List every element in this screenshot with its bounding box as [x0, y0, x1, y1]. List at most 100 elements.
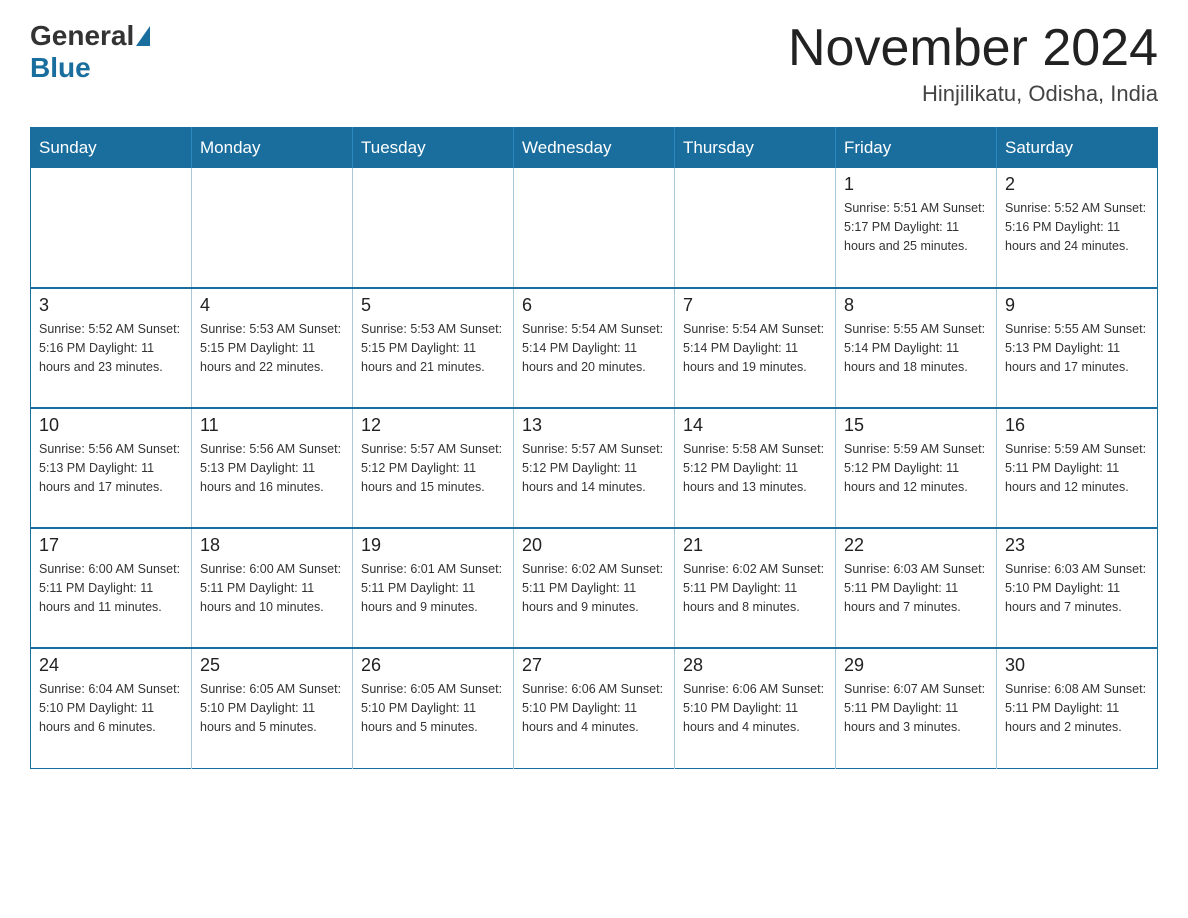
calendar-cell: [353, 168, 514, 288]
day-info: Sunrise: 5:57 AM Sunset: 5:12 PM Dayligh…: [361, 440, 505, 496]
day-info: Sunrise: 5:55 AM Sunset: 5:13 PM Dayligh…: [1005, 320, 1149, 376]
day-number: 6: [522, 295, 666, 316]
day-info: Sunrise: 5:59 AM Sunset: 5:11 PM Dayligh…: [1005, 440, 1149, 496]
calendar-cell: 6 Sunrise: 5:54 AM Sunset: 5:14 PM Daylig…: [514, 288, 675, 408]
calendar-cell: 8 Sunrise: 5:55 AM Sunset: 5:14 PM Daylig…: [836, 288, 997, 408]
location-text: Hinjilikatu, Odisha, India: [788, 81, 1158, 107]
day-info: Sunrise: 5:56 AM Sunset: 5:13 PM Dayligh…: [39, 440, 183, 496]
day-number: 27: [522, 655, 666, 676]
day-info: Sunrise: 5:58 AM Sunset: 5:12 PM Dayligh…: [683, 440, 827, 496]
calendar-cell: 15Sunrise: 5:59 AM Sunset: 5:12 PM Dayli…: [836, 408, 997, 528]
calendar-cell: 28 Sunrise: 6:06 AM Sunset: 5:10 PM Dayli…: [675, 648, 836, 768]
day-number: 1: [844, 174, 988, 195]
page-header: General Blue November 2024 Hinjilikatu, …: [30, 20, 1158, 107]
day-info: Sunrise: 6:06 AM Sunset: 5:10 PM Dayligh…: [683, 680, 827, 736]
day-number: 22: [844, 535, 988, 556]
day-info: Sunrise: 5:55 AM Sunset: 5:14 PM Dayligh…: [844, 320, 988, 376]
day-number: 12: [361, 415, 505, 436]
day-info: Sunrise: 5:53 AM Sunset: 5:15 PM Dayligh…: [200, 320, 344, 376]
day-number: 4: [200, 295, 344, 316]
day-info: Sunrise: 5:53 AM Sunset: 5:15 PM Dayligh…: [361, 320, 505, 376]
day-number: 18: [200, 535, 344, 556]
calendar-week-2: 3 Sunrise: 5:52 AM Sunset: 5:16 PM Daylig…: [31, 288, 1158, 408]
day-info: Sunrise: 6:04 AM Sunset: 5:10 PM Dayligh…: [39, 680, 183, 736]
calendar-cell: 22 Sunrise: 6:03 AM Sunset: 5:11 PM Dayli…: [836, 528, 997, 648]
day-number: 17: [39, 535, 183, 556]
day-number: 16: [1005, 415, 1149, 436]
day-info: Sunrise: 6:06 AM Sunset: 5:10 PM Dayligh…: [522, 680, 666, 736]
day-number: 28: [683, 655, 827, 676]
calendar-cell: 4 Sunrise: 5:53 AM Sunset: 5:15 PM Daylig…: [192, 288, 353, 408]
calendar-cell: [192, 168, 353, 288]
calendar-cell: 27 Sunrise: 6:06 AM Sunset: 5:10 PM Dayli…: [514, 648, 675, 768]
day-info: Sunrise: 6:03 AM Sunset: 5:10 PM Dayligh…: [1005, 560, 1149, 616]
logo-general-text: General: [30, 20, 134, 52]
day-number: 21: [683, 535, 827, 556]
calendar-cell: 12 Sunrise: 5:57 AM Sunset: 5:12 PM Dayli…: [353, 408, 514, 528]
calendar-week-1: 1 Sunrise: 5:51 AM Sunset: 5:17 PM Daylig…: [31, 168, 1158, 288]
day-info: Sunrise: 5:51 AM Sunset: 5:17 PM Dayligh…: [844, 199, 988, 255]
calendar-cell: 9 Sunrise: 5:55 AM Sunset: 5:13 PM Daylig…: [997, 288, 1158, 408]
day-number: 15: [844, 415, 988, 436]
day-number: 9: [1005, 295, 1149, 316]
calendar-cell: 30 Sunrise: 6:08 AM Sunset: 5:11 PM Dayli…: [997, 648, 1158, 768]
calendar-cell: 3 Sunrise: 5:52 AM Sunset: 5:16 PM Daylig…: [31, 288, 192, 408]
calendar-cell: [31, 168, 192, 288]
day-info: Sunrise: 5:54 AM Sunset: 5:14 PM Dayligh…: [522, 320, 666, 376]
calendar-cell: [514, 168, 675, 288]
calendar-cell: 7 Sunrise: 5:54 AM Sunset: 5:14 PM Daylig…: [675, 288, 836, 408]
day-number: 30: [1005, 655, 1149, 676]
weekday-header-sunday: Sunday: [31, 128, 192, 169]
day-info: Sunrise: 6:03 AM Sunset: 5:11 PM Dayligh…: [844, 560, 988, 616]
day-info: Sunrise: 6:02 AM Sunset: 5:11 PM Dayligh…: [522, 560, 666, 616]
weekday-header-wednesday: Wednesday: [514, 128, 675, 169]
calendar-table: SundayMondayTuesdayWednesdayThursdayFrid…: [30, 127, 1158, 769]
calendar-cell: 16 Sunrise: 5:59 AM Sunset: 5:11 PM Dayli…: [997, 408, 1158, 528]
day-number: 29: [844, 655, 988, 676]
day-number: 19: [361, 535, 505, 556]
calendar-cell: 24 Sunrise: 6:04 AM Sunset: 5:10 PM Dayli…: [31, 648, 192, 768]
calendar-cell: 10 Sunrise: 5:56 AM Sunset: 5:13 PM Dayli…: [31, 408, 192, 528]
weekday-header-friday: Friday: [836, 128, 997, 169]
day-number: 3: [39, 295, 183, 316]
day-number: 7: [683, 295, 827, 316]
day-info: Sunrise: 6:08 AM Sunset: 5:11 PM Dayligh…: [1005, 680, 1149, 736]
calendar-header-row: SundayMondayTuesdayWednesdayThursdayFrid…: [31, 128, 1158, 169]
day-info: Sunrise: 6:00 AM Sunset: 5:11 PM Dayligh…: [39, 560, 183, 616]
day-number: 14: [683, 415, 827, 436]
calendar-cell: 14 Sunrise: 5:58 AM Sunset: 5:12 PM Dayli…: [675, 408, 836, 528]
calendar-cell: 25 Sunrise: 6:05 AM Sunset: 5:10 PM Dayli…: [192, 648, 353, 768]
day-number: 5: [361, 295, 505, 316]
day-info: Sunrise: 5:57 AM Sunset: 5:12 PM Dayligh…: [522, 440, 666, 496]
calendar-cell: 23 Sunrise: 6:03 AM Sunset: 5:10 PM Dayli…: [997, 528, 1158, 648]
day-number: 24: [39, 655, 183, 676]
day-info: Sunrise: 5:52 AM Sunset: 5:16 PM Dayligh…: [39, 320, 183, 376]
month-title: November 2024: [788, 20, 1158, 77]
day-number: 23: [1005, 535, 1149, 556]
weekday-header-thursday: Thursday: [675, 128, 836, 169]
day-info: Sunrise: 6:05 AM Sunset: 5:10 PM Dayligh…: [361, 680, 505, 736]
day-number: 8: [844, 295, 988, 316]
calendar-week-3: 10 Sunrise: 5:56 AM Sunset: 5:13 PM Dayli…: [31, 408, 1158, 528]
calendar-cell: 21Sunrise: 6:02 AM Sunset: 5:11 PM Dayli…: [675, 528, 836, 648]
calendar-cell: 19Sunrise: 6:01 AM Sunset: 5:11 PM Dayli…: [353, 528, 514, 648]
calendar-week-4: 17 Sunrise: 6:00 AM Sunset: 5:11 PM Dayli…: [31, 528, 1158, 648]
calendar-cell: 26 Sunrise: 6:05 AM Sunset: 5:10 PM Dayli…: [353, 648, 514, 768]
day-number: 26: [361, 655, 505, 676]
weekday-header-saturday: Saturday: [997, 128, 1158, 169]
day-info: Sunrise: 5:54 AM Sunset: 5:14 PM Dayligh…: [683, 320, 827, 376]
day-number: 13: [522, 415, 666, 436]
calendar-week-5: 24 Sunrise: 6:04 AM Sunset: 5:10 PM Dayli…: [31, 648, 1158, 768]
logo: General Blue: [30, 20, 152, 84]
day-number: 11: [200, 415, 344, 436]
calendar-cell: 29Sunrise: 6:07 AM Sunset: 5:11 PM Dayli…: [836, 648, 997, 768]
calendar-cell: 1 Sunrise: 5:51 AM Sunset: 5:17 PM Daylig…: [836, 168, 997, 288]
day-info: Sunrise: 5:56 AM Sunset: 5:13 PM Dayligh…: [200, 440, 344, 496]
day-number: 25: [200, 655, 344, 676]
day-number: 10: [39, 415, 183, 436]
calendar-cell: 20 Sunrise: 6:02 AM Sunset: 5:11 PM Dayli…: [514, 528, 675, 648]
day-number: 2: [1005, 174, 1149, 195]
day-number: 20: [522, 535, 666, 556]
day-info: Sunrise: 6:05 AM Sunset: 5:10 PM Dayligh…: [200, 680, 344, 736]
calendar-cell: 17 Sunrise: 6:00 AM Sunset: 5:11 PM Dayli…: [31, 528, 192, 648]
